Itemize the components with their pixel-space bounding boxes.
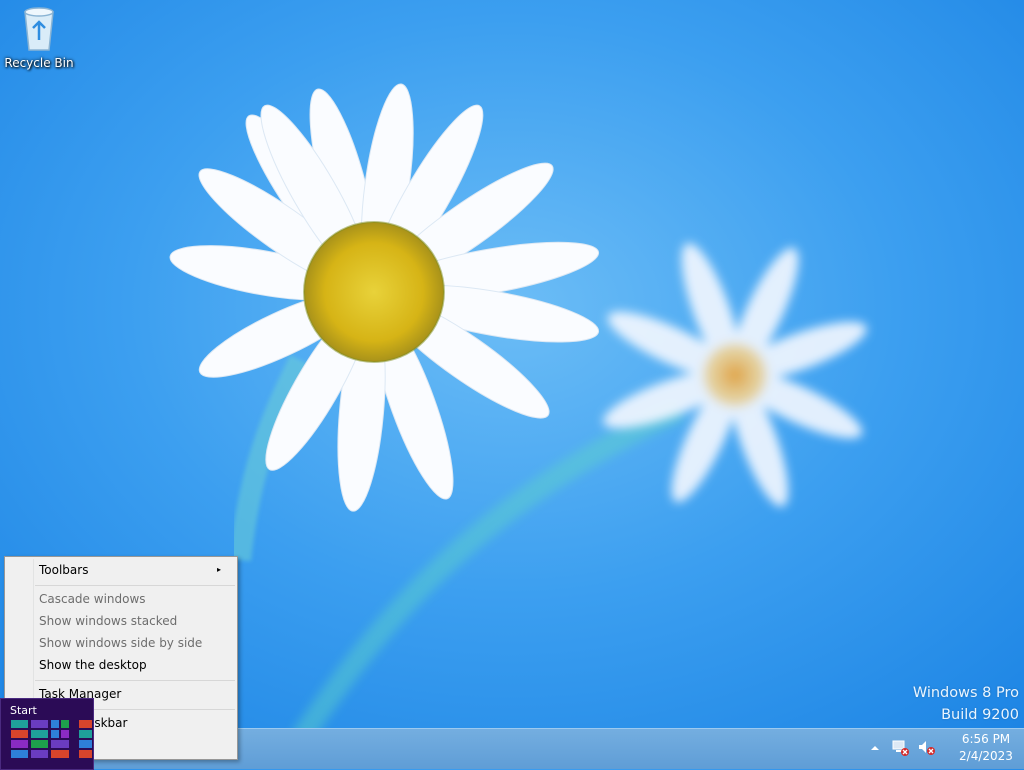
start-thumbnail-title: Start <box>10 704 37 717</box>
tile <box>79 740 92 748</box>
menu-item-taskbar-properties[interactable]: askbar <box>87 712 277 734</box>
menu-item-toolbars[interactable]: Toolbars ▸ <box>39 559 229 581</box>
tile <box>51 750 69 758</box>
menu-separator <box>35 680 235 681</box>
network-disconnected-icon[interactable] <box>891 738 911 758</box>
tile <box>61 730 69 738</box>
tile <box>31 730 48 738</box>
clock-time: 6:56 PM <box>961 732 1011 746</box>
submenu-arrow-icon: ▸ <box>216 565 221 574</box>
watermark-edition: Windows 8 Pro <box>912 685 1019 701</box>
tile <box>11 740 28 748</box>
notification-area: 6:56 PM 2/4/2023 <box>862 728 1024 768</box>
tile <box>31 740 48 748</box>
tile <box>31 720 48 728</box>
menu-item-show-windows-stacked: Show windows stacked <box>39 614 178 628</box>
clock-date: 2/4/2023 <box>959 749 1013 763</box>
menu-item-show-the-desktop[interactable]: Show the desktop <box>39 654 229 676</box>
tile <box>11 730 28 738</box>
show-hidden-icons-arrow-icon[interactable] <box>865 738 885 758</box>
tile <box>51 740 69 748</box>
recycle-bin-label: Recycle Bin <box>4 56 74 70</box>
tile <box>79 750 92 758</box>
windows-edition-watermark: Windows 8 Pro Build 9200 <box>913 682 1019 726</box>
tile <box>79 730 92 738</box>
tile <box>11 720 28 728</box>
recycle-bin-desktop-icon[interactable]: Recycle Bin <box>4 4 74 70</box>
start-screen-thumbnail[interactable]: Start <box>0 698 94 770</box>
tile <box>31 750 48 758</box>
taskbar-clock[interactable]: 6:56 PM 2/4/2023 <box>948 731 1024 765</box>
tile <box>51 730 59 738</box>
tile <box>61 720 69 728</box>
tile <box>11 750 28 758</box>
volume-muted-icon[interactable] <box>917 738 937 758</box>
recycle-bin-icon <box>19 4 59 52</box>
tile <box>51 720 59 728</box>
menu-item-show-windows-side-by-side: Show windows side by side <box>39 636 203 650</box>
watermark-build: Build 9200 <box>941 707 1019 723</box>
menu-separator <box>35 585 235 586</box>
menu-item-toolbars-label: Toolbars <box>39 563 89 577</box>
tile <box>79 720 92 728</box>
menu-item-cascade-windows: Cascade windows <box>39 592 146 606</box>
